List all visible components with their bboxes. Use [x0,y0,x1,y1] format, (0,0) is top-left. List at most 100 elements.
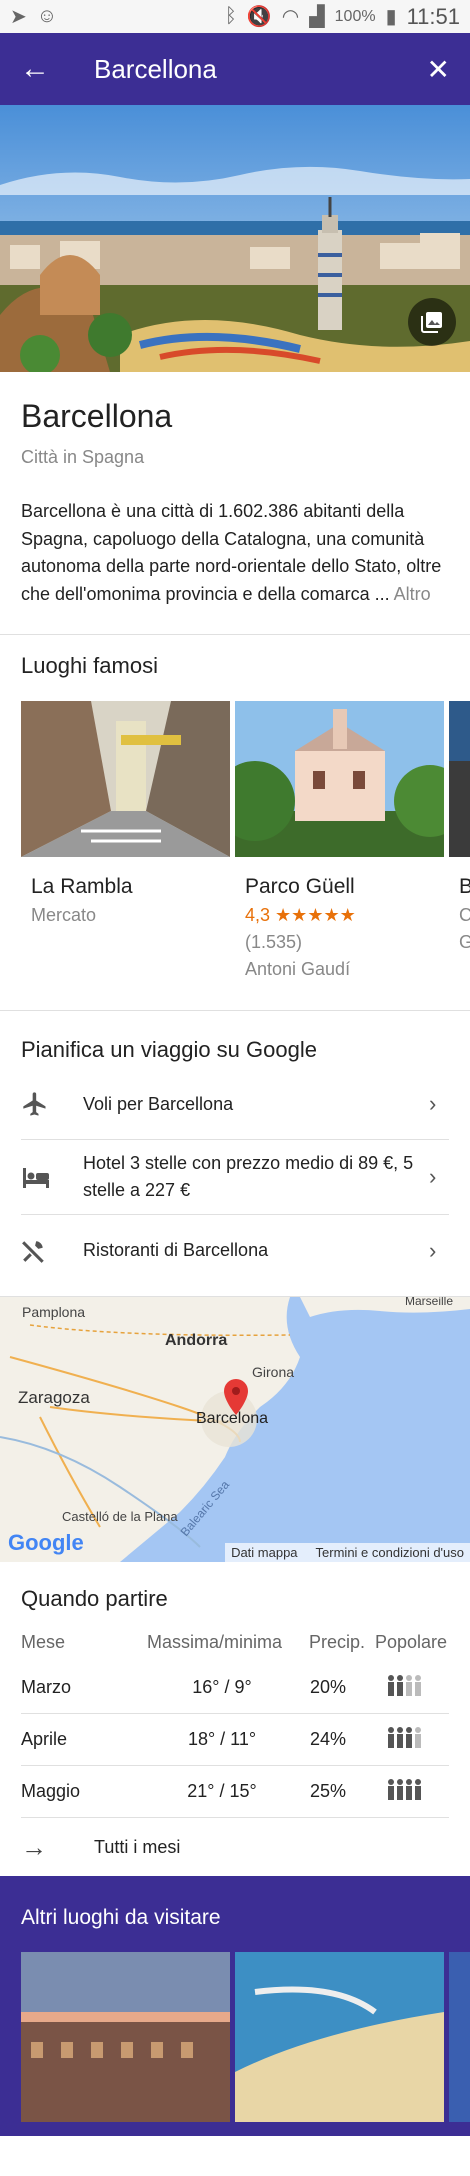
place-card-la-rambla[interactable]: La Rambla Mercato [21,701,230,980]
map-label-pamplona: Pamplona [22,1304,85,1320]
popularity-icon [359,1726,449,1753]
battery-percent: 100% [334,7,376,25]
place-card-third[interactable]: B C G [449,701,470,980]
place-card-name: La Rambla [31,875,133,898]
place-card-category: C [459,905,470,925]
la-rambla-photo [21,701,230,857]
place-card-name: Parco Güell [245,875,355,898]
map-label-girona: Girona [252,1364,294,1380]
google-logo-text: Google [8,1530,84,1555]
bed-icon [21,1164,83,1190]
place-description: Barcellona è una città di 1.602.386 abit… [0,468,470,634]
popularity-icon [359,1778,449,1805]
back-arrow-icon[interactable]: ← [20,52,70,86]
map-terms-link[interactable]: Termini e condizioni d'uso [316,1545,464,1560]
row-temp: 21° / 15° [187,1781,257,1801]
map-label-marseille: Marseille [405,1297,453,1308]
navigation-icon: ➤ [10,6,27,28]
airplane-icon [21,1090,83,1118]
place-card-category: Mercato [31,905,97,925]
hero-photo [0,105,470,372]
row-temp: 16° / 9° [192,1677,252,1697]
table-row: Aprile 18° / 11° 24% [21,1714,449,1766]
row-precip: 24% [309,1729,347,1749]
status-bar: ➤ ☺ ᛒ 🔇 ◠ ▟ 100% ▮ 11:51 [0,0,470,33]
restaurants-label: Ristoranti di Barcellona [83,1240,269,1260]
plan-trip-title: Pianifica un viaggio su Google [21,1037,317,1062]
app-bar: ← Barcellona ✕ [0,33,470,105]
flights-label: Voli per Barcellona [83,1093,234,1114]
place-name: Barcellona [21,398,173,434]
popularity-icon [359,1674,449,1701]
map-canvas: Pamplona Andorra Zaragoza Girona Barcelo… [0,1297,470,1562]
map-label-castello: Castelló de la Plana [62,1509,178,1524]
climate-table: Mese Massima/minima Precip. Popolare Mar… [21,1632,449,1818]
header-month: Mese [21,1632,66,1652]
place-card-name: B [459,875,470,898]
wifi-icon: ◠ [281,6,300,28]
row-month: Marzo [21,1677,72,1697]
app-bar-title: Barcellona [94,53,217,84]
parco-guell-photo [235,701,444,857]
signal-icon: ▟ [309,6,325,28]
all-months-link[interactable]: → Tutti i mesi [21,1818,449,1876]
restaurant-icon [21,1238,83,1264]
other-place-card[interactable] [449,1952,470,2122]
all-months-label: Tutti i mesi [94,1836,181,1857]
more-link[interactable]: Altro [394,584,431,604]
chevron-right-icon: › [429,1237,437,1263]
other-place-card[interactable] [235,1952,444,2122]
google-logo: Google [8,1530,84,1556]
place-subtitle: Città in Spagna [21,447,145,467]
app-notification-icon: ☺ [36,5,58,27]
row-precip: 25% [309,1781,347,1801]
map-data-link[interactable]: Dati mappa [231,1545,297,1560]
place-card-extra: G [459,932,470,952]
clock: 11:51 [406,3,460,29]
table-row: Marzo 16° / 9° 20% [21,1662,449,1714]
close-icon[interactable]: ✕ [420,53,450,86]
place-card-rating: 4,3 ★★★★★ [235,899,444,926]
map-credits: Dati mappa Termini e condizioni d'uso [225,1543,470,1562]
hotels-row[interactable]: Hotel 3 stelle con prezzo medio di 89 €,… [21,1140,449,1215]
restaurants-row[interactable]: Ristoranti di Barcellona › [21,1215,449,1286]
other-places-title: Altri luoghi da visitare [21,1906,221,1929]
row-month: Maggio [21,1781,81,1801]
place-card-parco-guell[interactable]: Parco Güell 4,3 ★★★★★ (1.535) Antoni Gau… [235,701,444,980]
arrow-right-icon: → [21,1831,47,1862]
table-row: Maggio 21° / 15° 25% [21,1766,449,1818]
map-label-andorra: Andorra [165,1332,227,1349]
rating-value: 4,3 [245,905,271,925]
famous-places-section: Luoghi famosi La Rambla Mercato Parco Gü… [0,635,470,1011]
when-to-go-section: Quando partire Mese Massima/minima Preci… [0,1562,470,1876]
bluetooth-icon: ᛒ [224,5,237,27]
other-places-section: Altri luoghi da visitare [0,1876,470,2136]
gallery-button[interactable] [408,298,456,346]
chevron-right-icon: › [429,1164,437,1189]
place-card-architect: Antoni Gaudí [245,959,351,979]
flights-row[interactable]: Voli per Barcellona › [21,1069,449,1140]
hotels-label: Hotel 3 stelle con prezzo medio di 89 €,… [83,1153,414,1200]
hero-image[interactable] [0,105,470,372]
map-label-barcelona: Barcelona [196,1410,268,1427]
row-temp: 18° / 11° [187,1729,257,1749]
map[interactable]: Pamplona Andorra Zaragoza Girona Barcelo… [0,1297,470,1562]
famous-places-title: Luoghi famosi [21,653,158,678]
place-card-reviews: (1.535) [245,932,303,952]
header-temp: Massima/minima [147,1632,283,1652]
description-text: Barcellona è una città di 1.602.386 abit… [21,501,442,604]
header-precip: Precip. [309,1632,366,1652]
photo-library-icon [421,312,442,333]
place-overview: Barcellona Città in Spagna Barcellona è … [0,372,470,635]
plan-trip-section: Pianifica un viaggio su Google Voli per … [0,1011,470,1297]
third-place-photo [449,701,470,857]
climate-table-header: Mese Massima/minima Precip. Popolare [21,1632,449,1662]
map-label-zaragoza: Zaragoza [18,1388,90,1407]
when-to-go-title: Quando partire [21,1586,168,1611]
header-popular: Popolare [374,1632,448,1652]
mute-icon: 🔇 [246,6,272,28]
other-place-card[interactable] [21,1952,230,2122]
battery-icon: ▮ [385,6,397,28]
chevron-right-icon: › [429,1091,437,1116]
rating-stars-icon: ★★★★★ [275,905,356,925]
